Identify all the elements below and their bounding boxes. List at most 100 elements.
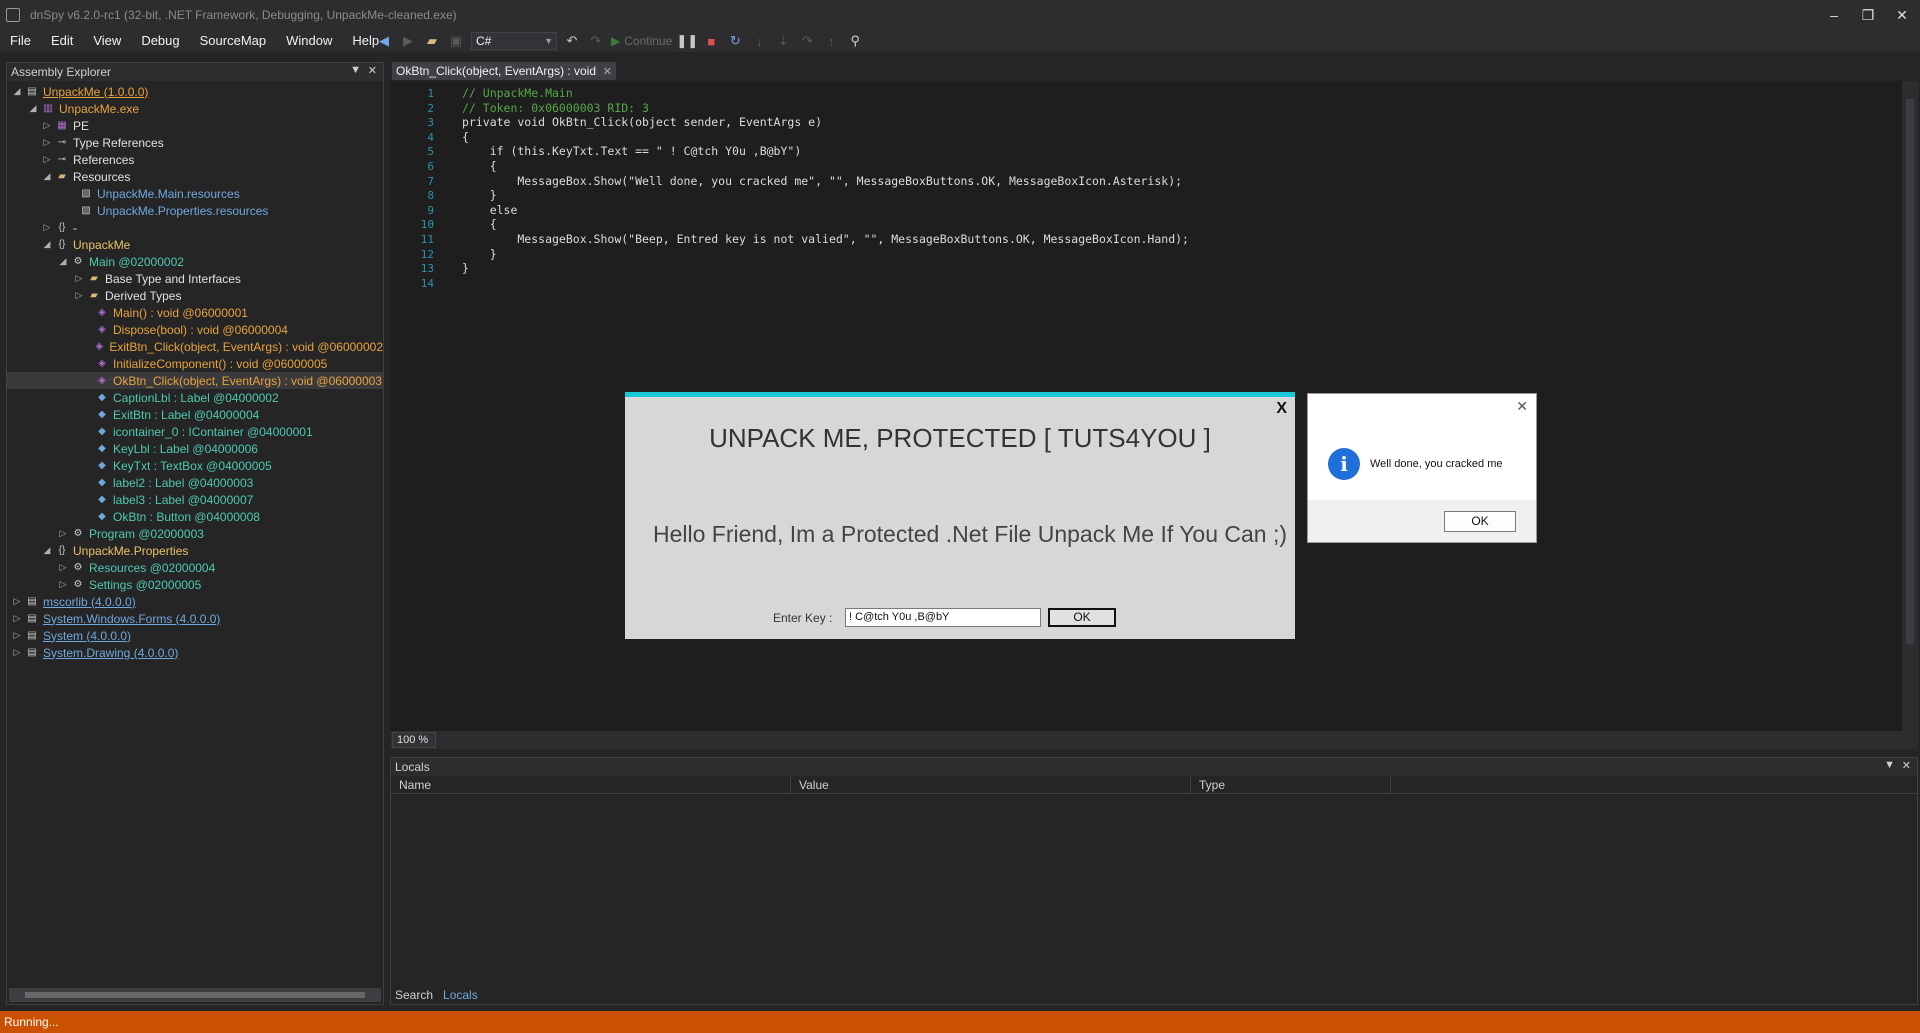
locals-panel: Locals ▼ ✕ Name Value Type [390,757,1918,1005]
expander-icon[interactable]: ▷ [11,596,23,607]
tree-node[interactable]: ▷ ⚙ Settings @02000005 [7,576,383,593]
tree-node[interactable]: ◈ Dispose(bool) : void @06000004 [7,321,383,338]
tree-node[interactable]: ▷ ▤ System (4.0.0.0) [7,627,383,644]
chevron-down-icon[interactable]: ▼ [350,64,361,76]
tree-node[interactable]: ▷ ⚙ Program @02000003 [7,525,383,542]
back-icon[interactable]: ◀ [375,32,393,50]
tree-node[interactable]: ◢ ▥ UnpackMe.exe [7,100,383,117]
column-header-type[interactable]: Type [1191,776,1391,794]
continue-button[interactable]: ▶ Continue [611,34,672,48]
tree-node[interactable]: ◆ CaptionLbl : Label @04000002 [7,389,383,406]
tree-node[interactable]: ▷ {} - [7,219,383,236]
unpackme-ok-button[interactable]: OK [1048,608,1116,627]
tree-node-label: Type References [73,135,164,150]
tree-node[interactable]: ◈ ExitBtn_Click(object, EventArgs) : void… [7,338,383,355]
tree-node[interactable]: ▷ ▰ Base Type and Interfaces [7,270,383,287]
save-icon[interactable]: ▣ [447,32,465,50]
close-button[interactable]: ✕ [1882,0,1920,30]
tree-node[interactable]: ◆ KeyTxt : TextBox @04000005 [7,457,383,474]
expander-icon[interactable]: ▷ [57,579,69,590]
close-icon[interactable]: ✕ [1902,759,1911,772]
expander-icon[interactable]: ▷ [41,222,53,233]
tree-node[interactable]: ◈ Main() : void @06000001 [7,304,383,321]
horizontal-scrollbar[interactable] [9,988,381,1002]
tree-node[interactable]: ◢ ⚙ Main @02000002 [7,253,383,270]
tree-node[interactable]: ▷ ▤ mscorlib (4.0.0.0) [7,593,383,610]
redo-icon[interactable]: ↷ [587,32,605,50]
pause-icon[interactable]: ❚❚ [676,32,698,50]
message-box-close-button[interactable]: ✕ [1516,398,1528,415]
expander-icon[interactable]: ▷ [41,120,53,131]
unpackme-close-button[interactable]: X [1276,400,1287,418]
expander-icon[interactable]: ▷ [11,613,23,624]
step-back-icon[interactable]: ↷ [798,32,816,50]
tree-node[interactable]: ▧ UnpackMe.Properties.resources [7,202,383,219]
tree-node[interactable]: ▷ ▰ Derived Types [7,287,383,304]
menu-file[interactable]: File [0,30,41,52]
close-icon[interactable]: ✕ [368,64,377,77]
tree-node[interactable]: ▷ ⊸ Type References [7,134,383,151]
namespace-icon: {} [58,544,66,556]
expander-icon[interactable]: ◢ [11,86,23,97]
column-header-value[interactable]: Value [791,776,1191,794]
tab-locals[interactable]: Locals [438,985,483,1005]
tree-node[interactable]: ◆ label2 : Label @04000003 [7,474,383,491]
tree-node[interactable]: ◆ ExitBtn : Label @04000004 [7,406,383,423]
scrollbar-thumb[interactable] [25,992,365,998]
tree-node[interactable]: ◢ {} UnpackMe.Properties [7,542,383,559]
zoom-level[interactable]: 100 % [392,732,436,748]
expander-icon[interactable]: ◢ [41,171,53,182]
step-into-icon[interactable]: ↓ [750,32,768,50]
expander-icon[interactable]: ▷ [41,154,53,165]
expander-icon[interactable]: ◢ [41,239,53,250]
tree-node[interactable]: ▷ ⚙ Resources @02000004 [7,559,383,576]
stop-icon[interactable]: ■ [702,32,720,50]
tree-node[interactable]: ◆ label3 : Label @04000007 [7,491,383,508]
expander-icon[interactable]: ▷ [11,647,23,658]
tree-node[interactable]: ◈ InitializeComponent() : void @06000005 [7,355,383,372]
forward-icon[interactable]: ▶ [399,32,417,50]
step-over-icon[interactable]: ⇣ [774,32,792,50]
tree-node[interactable]: ◆ icontainer_0 : IContainer @04000001 [7,423,383,440]
expander-icon[interactable]: ◢ [57,256,69,267]
tree-node[interactable]: ◢ ▰ Resources [7,168,383,185]
menu-view[interactable]: View [83,30,131,52]
document-tab[interactable]: OkBtn_Click(object, EventArgs) : void ✕ [392,62,616,80]
menu-edit[interactable]: Edit [41,30,83,52]
expander-icon[interactable]: ▷ [73,290,85,301]
scrollbar-thumb[interactable] [1906,99,1914,644]
tree-node[interactable]: ◆ KeyLbl : Label @04000006 [7,440,383,457]
undo-icon[interactable]: ↶ [563,32,581,50]
language-select[interactable]: C# ▼ [471,32,557,50]
expander-icon[interactable]: ▷ [57,528,69,539]
expander-icon[interactable]: ▷ [57,562,69,573]
menu-window[interactable]: Window [276,30,342,52]
expander-icon[interactable]: ◢ [41,545,53,556]
search-icon[interactable]: ⚲ [846,32,864,50]
vertical-scrollbar[interactable] [1902,81,1918,731]
message-box-ok-button[interactable]: OK [1444,511,1516,532]
tree-node[interactable]: ◈ OkBtn_Click(object, EventArgs) : void @… [7,372,383,389]
restart-icon[interactable]: ↻ [726,32,744,50]
key-input[interactable]: ! C@tch Y0u ,B@bY [845,608,1041,627]
tree-node[interactable]: ◢ ▤ UnpackMe (1.0.0.0) [7,83,383,100]
expander-icon[interactable]: ◢ [27,103,39,114]
menu-sourcemap[interactable]: SourceMap [190,30,276,52]
tree-node[interactable]: ▷ ⊸ References [7,151,383,168]
tree-node[interactable]: ▷ ▤ System.Windows.Forms (4.0.0.0) [7,610,383,627]
column-header-name[interactable]: Name [391,776,791,794]
chevron-down-icon[interactable]: ▼ [1884,759,1895,771]
tree-node[interactable]: ▧ UnpackMe.Main.resources [7,185,383,202]
expander-icon[interactable]: ▷ [41,137,53,148]
close-icon[interactable]: ✕ [603,65,612,78]
step-out-icon[interactable]: ↑ [822,32,840,50]
menu-debug[interactable]: Debug [131,30,189,52]
tree-node[interactable]: ◆ OkBtn : Button @04000008 [7,508,383,525]
tab-search[interactable]: Search [390,985,438,1005]
tree-node[interactable]: ◢ {} UnpackMe [7,236,383,253]
expander-icon[interactable]: ▷ [11,630,23,641]
open-icon[interactable]: ▰ [423,32,441,50]
tree-node[interactable]: ▷ ▦ PE [7,117,383,134]
tree-node[interactable]: ▷ ▤ System.Drawing (4.0.0.0) [7,644,383,661]
expander-icon[interactable]: ▷ [73,273,85,284]
